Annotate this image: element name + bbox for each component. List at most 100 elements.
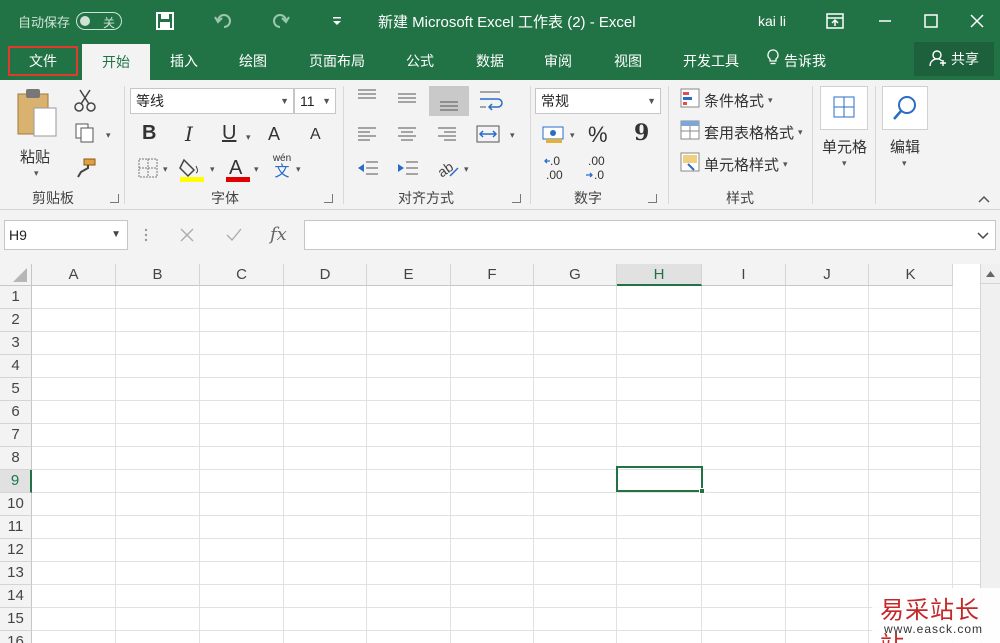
row-header-7[interactable]: 7 [0,424,32,447]
autosave-control[interactable]: 自动保存 关 [18,0,123,42]
fill-handle[interactable] [699,488,705,494]
cells-label[interactable]: 单元格 [822,136,867,157]
column-header-b[interactable]: B [116,264,200,286]
copy-icon[interactable] [74,122,96,149]
phonetic-guide-button[interactable]: wén 文 [270,154,294,180]
font-name-combo[interactable]: 等线 ▼ [130,88,294,114]
active-cell[interactable] [616,466,703,492]
row-header-6[interactable]: 6 [0,401,32,424]
tab-draw[interactable]: 绘图 [225,42,281,80]
chevron-down-icon[interactable]: ▼ [111,221,121,249]
orientation-dropdown-icon[interactable]: ▾ [464,164,469,175]
tab-insert[interactable]: 插入 [156,42,212,80]
column-header-i[interactable]: I [702,264,786,286]
conditional-formatting-button[interactable]: 条件格式 ▾ [680,88,773,113]
align-center-icon[interactable] [396,124,418,149]
clipboard-launcher-icon[interactable] [110,194,119,203]
number-launcher-icon[interactable] [648,194,657,203]
tab-home[interactable]: 开始 [82,44,150,80]
cut-icon[interactable] [74,88,96,117]
find-search-icon[interactable] [882,86,928,130]
paste-icon[interactable] [14,86,62,146]
font-size-combo[interactable]: 11 ▼ [294,88,336,114]
number-format-combo[interactable]: 常规 ▼ [535,88,661,114]
align-left-icon[interactable] [356,124,378,149]
row-header-9[interactable]: 9 [0,470,32,493]
paste-dropdown-icon[interactable]: ▾ [34,168,39,179]
cells-dropdown-icon[interactable]: ▾ [842,158,847,169]
underline-dropdown-icon[interactable]: ▾ [246,132,251,143]
merge-dropdown-icon[interactable]: ▾ [510,130,515,141]
column-header-g[interactable]: G [534,264,617,286]
row-header-4[interactable]: 4 [0,355,32,378]
confirm-entry-icon[interactable] [226,228,242,247]
orientation-icon[interactable]: ab [434,156,460,185]
column-header-d[interactable]: D [284,264,367,286]
editing-label[interactable]: 编辑 [890,136,920,157]
row-header-14[interactable]: 14 [0,585,32,608]
bold-button[interactable]: B [142,122,156,145]
row-header-2[interactable]: 2 [0,309,32,332]
tab-formulas[interactable]: 公式 [392,42,448,80]
borders-icon[interactable] [138,158,158,183]
column-header-c[interactable]: C [200,264,284,286]
row-header-10[interactable]: 10 [0,493,32,516]
worksheet-grid[interactable]: ABCDEFGHIJK 1 2 3 4 5 6 7 8 9 10 11 12 13 14 15 16 [0,264,1000,643]
borders-dropdown-icon[interactable]: ▾ [163,164,168,175]
customize-qat-icon[interactable] [332,0,342,42]
vertical-scrollbar[interactable] [980,264,1000,643]
collapse-ribbon-icon[interactable] [978,190,990,208]
tab-file[interactable]: 文件 [8,46,78,76]
grow-font-button[interactable]: A [268,124,280,145]
name-box[interactable]: H9 ▼ [4,220,128,250]
row-header-8[interactable]: 8 [0,447,32,470]
increase-indent-icon[interactable] [396,158,420,183]
align-right-icon[interactable] [436,124,458,149]
align-middle-icon[interactable] [396,88,418,113]
cells-icon[interactable] [820,86,868,130]
column-header-f[interactable]: F [451,264,534,286]
row-header-13[interactable]: 13 [0,562,32,585]
row-header-3[interactable]: 3 [0,332,32,355]
fill-color-icon[interactable] [178,156,208,187]
tell-me-search[interactable]: 告诉我 [766,42,838,80]
row-header-12[interactable]: 12 [0,539,32,562]
decrease-indent-icon[interactable] [356,158,380,183]
cell-styles-button[interactable]: 单元格样式 ▾ [680,152,788,177]
italic-button[interactable]: I [185,122,193,146]
increase-decimal-icon[interactable]: .0.00 [544,154,570,187]
tab-developer[interactable]: 开发工具 [672,42,750,80]
align-top-icon[interactable] [356,88,378,109]
row-header-15[interactable]: 15 [0,608,32,631]
maximize-icon[interactable] [924,0,938,42]
copy-dropdown-icon[interactable]: ▾ [106,130,111,141]
tab-review[interactable]: 审阅 [530,42,586,80]
column-header-j[interactable]: J [786,264,869,286]
underline-button[interactable]: U [222,122,236,145]
format-painter-icon[interactable] [76,158,96,183]
scroll-up-icon[interactable] [981,264,1000,284]
formula-input[interactable] [304,220,996,250]
comma-style-button[interactable]: 9 [634,120,649,146]
tab-view[interactable]: 视图 [600,42,656,80]
merge-center-icon[interactable] [476,124,502,149]
align-bottom-icon[interactable] [429,86,469,116]
row-header-11[interactable]: 11 [0,516,32,539]
alignment-launcher-icon[interactable] [512,194,521,203]
accounting-format-icon[interactable] [542,124,566,149]
tab-data[interactable]: 数据 [462,42,518,80]
save-icon[interactable] [156,0,174,42]
accounting-dropdown-icon[interactable]: ▾ [570,130,575,141]
decrease-decimal-icon[interactable]: .00.0 [584,154,610,187]
autosave-toggle[interactable]: 关 [76,12,123,30]
percent-style-button[interactable]: % [588,122,608,148]
wrap-text-icon[interactable] [478,88,504,117]
row-header-5[interactable]: 5 [0,378,32,401]
column-header-e[interactable]: E [367,264,451,286]
cancel-entry-icon[interactable] [180,228,194,247]
close-icon[interactable] [970,0,984,42]
tab-page-layout[interactable]: 页面布局 [298,42,376,80]
user-name[interactable]: kai li [758,0,786,42]
row-header-1[interactable]: 1 [0,286,32,309]
share-button[interactable]: 共享 [914,42,994,76]
